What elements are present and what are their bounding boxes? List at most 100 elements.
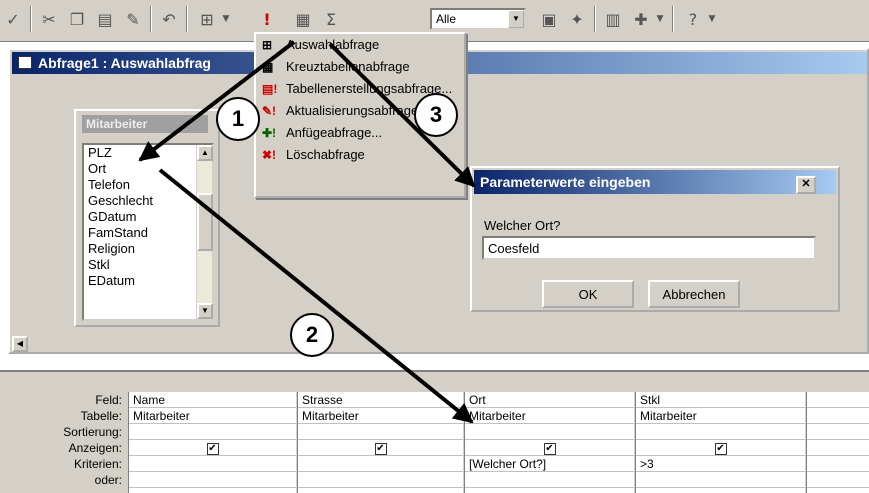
field-list-title[interactable]: Mitarbeiter: [82, 115, 208, 133]
table-pane-hscrollbar[interactable]: ◀: [12, 336, 70, 352]
menu-item-label: Anfügeabfrage...: [286, 125, 383, 140]
field-item-religion[interactable]: Religion: [84, 241, 212, 257]
show-table-icon[interactable]: ▦: [290, 6, 316, 32]
toolbar-separator: [672, 6, 674, 32]
top-values-combo[interactable]: Alle ▼: [430, 8, 526, 30]
run-icon[interactable]: !: [254, 6, 280, 32]
spellcheck-icon[interactable]: ✓: [0, 6, 26, 32]
criteria-cell[interactable]: [298, 456, 463, 472]
scroll-up-icon[interactable]: ▲: [197, 145, 213, 161]
table-cell[interactable]: Mitarbeiter: [636, 408, 805, 424]
row-label-table: Tabelle:: [80, 409, 122, 423]
show-checkbox[interactable]: ✔: [543, 442, 556, 455]
query-window-icon: [18, 56, 32, 69]
parameter-dialog: Parameterwerte eingeben ✕ Welcher Ort? O…: [470, 166, 840, 312]
delete-query-icon: ✖!: [262, 148, 277, 162]
scroll-thumb[interactable]: [197, 193, 213, 251]
show-cell: ✔: [636, 440, 805, 456]
paste-icon[interactable]: ▤: [92, 6, 118, 32]
show-cell: ✔: [298, 440, 463, 456]
field-item-plz[interactable]: PLZ: [84, 145, 212, 161]
field-item-stkl[interactable]: Stkl: [84, 257, 212, 273]
format-painter-icon[interactable]: ✎: [120, 6, 146, 32]
show-checkbox[interactable]: ✔: [206, 442, 219, 455]
query-window-title: Abfrage1 : Auswahlabfrag: [38, 55, 211, 71]
show-cell: ✔: [129, 440, 296, 456]
table-cell[interactable]: [807, 408, 869, 424]
criteria-cell[interactable]: [Welcher Ort?]: [465, 456, 634, 472]
close-icon[interactable]: ✕: [796, 176, 816, 194]
new-object-dropdown-icon[interactable]: ▼: [654, 6, 666, 32]
field-list-scrollbar[interactable]: ▲ ▼: [196, 145, 213, 319]
update-query-icon: ✎!: [262, 104, 277, 118]
undo-icon[interactable]: ↶: [156, 6, 182, 32]
copy-icon[interactable]: ❐: [64, 6, 90, 32]
or-cell[interactable]: [465, 472, 634, 488]
criteria-cell[interactable]: >3: [636, 456, 805, 472]
table-cell[interactable]: Mitarbeiter: [465, 408, 634, 424]
criteria-cell[interactable]: [129, 456, 296, 472]
ok-button[interactable]: OK: [542, 280, 634, 308]
field-cell[interactable]: [807, 392, 869, 408]
properties-icon[interactable]: ▣: [536, 6, 562, 32]
callout-1: 1: [216, 97, 260, 141]
table-cell[interactable]: Mitarbeiter: [129, 408, 296, 424]
dialog-title: Parameterwerte eingeben: [480, 174, 651, 190]
top-values-value: Alle: [436, 12, 457, 26]
cancel-button[interactable]: Abbrechen: [648, 280, 740, 308]
menu-item-label: Löschabfrage: [286, 147, 365, 162]
field-item-telefon[interactable]: Telefon: [84, 177, 212, 193]
field-cell[interactable]: Name: [129, 392, 296, 408]
toolbar-separator: [594, 6, 596, 32]
scroll-down-icon[interactable]: ▼: [197, 303, 213, 319]
or-cell[interactable]: [298, 472, 463, 488]
or-cell[interactable]: [129, 472, 296, 488]
database-window-icon[interactable]: ▥: [600, 6, 626, 32]
show-cell[interactable]: [807, 440, 869, 456]
menu-item-crosstab-query[interactable]: ▦ Kreuztabellenabfrage: [256, 56, 464, 78]
field-item-ort[interactable]: Ort: [84, 161, 212, 177]
query-type-dropdown-icon[interactable]: ▼: [220, 6, 232, 32]
menu-item-label: Auswahlabfrage: [286, 37, 380, 52]
menu-item-select-query[interactable]: ⊞ Auswahlabfrage: [256, 34, 464, 56]
menu-item-label: Aktualisierungsabfrage: [286, 103, 419, 118]
scroll-left-icon[interactable]: ◀: [12, 336, 28, 352]
dialog-titlebar[interactable]: Parameterwerte eingeben: [474, 170, 836, 194]
new-object-icon[interactable]: ✚: [628, 6, 654, 32]
help-dropdown-icon[interactable]: ▼: [706, 6, 718, 32]
field-cell[interactable]: Strasse: [298, 392, 463, 408]
help-icon[interactable]: ?: [680, 6, 706, 32]
menu-item-label: Kreuztabellenabfrage: [286, 59, 410, 74]
parameter-input[interactable]: [482, 236, 816, 260]
row-label-criteria: Kriterien:: [73, 457, 122, 471]
query-type-icon[interactable]: ⊞: [194, 6, 220, 32]
grid-column-empty: [806, 392, 869, 493]
build-icon[interactable]: ✦: [564, 6, 590, 32]
field-item-gdatum[interactable]: GDatum: [84, 209, 212, 225]
cut-icon[interactable]: ✂: [36, 6, 62, 32]
criteria-cell[interactable]: [807, 456, 869, 472]
sort-cell[interactable]: [298, 424, 463, 440]
table-cell[interactable]: Mitarbeiter: [298, 408, 463, 424]
menu-item-delete-query[interactable]: ✖! Löschabfrage: [256, 144, 464, 166]
show-checkbox[interactable]: ✔: [714, 442, 727, 455]
grid-column-name: Name Mitarbeiter ✔: [128, 392, 296, 493]
totals-icon[interactable]: Σ: [318, 6, 344, 32]
field-item-famstand[interactable]: FamStand: [84, 225, 212, 241]
toolbar-separator: [30, 6, 32, 32]
or-cell[interactable]: [636, 472, 805, 488]
sort-cell[interactable]: [636, 424, 805, 440]
show-checkbox[interactable]: ✔: [374, 442, 387, 455]
show-cell: ✔: [465, 440, 634, 456]
field-cell[interactable]: Ort: [465, 392, 634, 408]
or-cell[interactable]: [807, 472, 869, 488]
row-label-show: Anzeigen:: [68, 441, 122, 455]
field-item-geschlecht[interactable]: Geschlecht: [84, 193, 212, 209]
toolbar-separator: [186, 6, 188, 32]
chevron-down-icon[interactable]: ▼: [508, 10, 524, 28]
field-item-edatum[interactable]: EDatum: [84, 273, 212, 289]
sort-cell[interactable]: [465, 424, 634, 440]
sort-cell[interactable]: [129, 424, 296, 440]
field-cell[interactable]: Stkl: [636, 392, 805, 408]
sort-cell[interactable]: [807, 424, 869, 440]
